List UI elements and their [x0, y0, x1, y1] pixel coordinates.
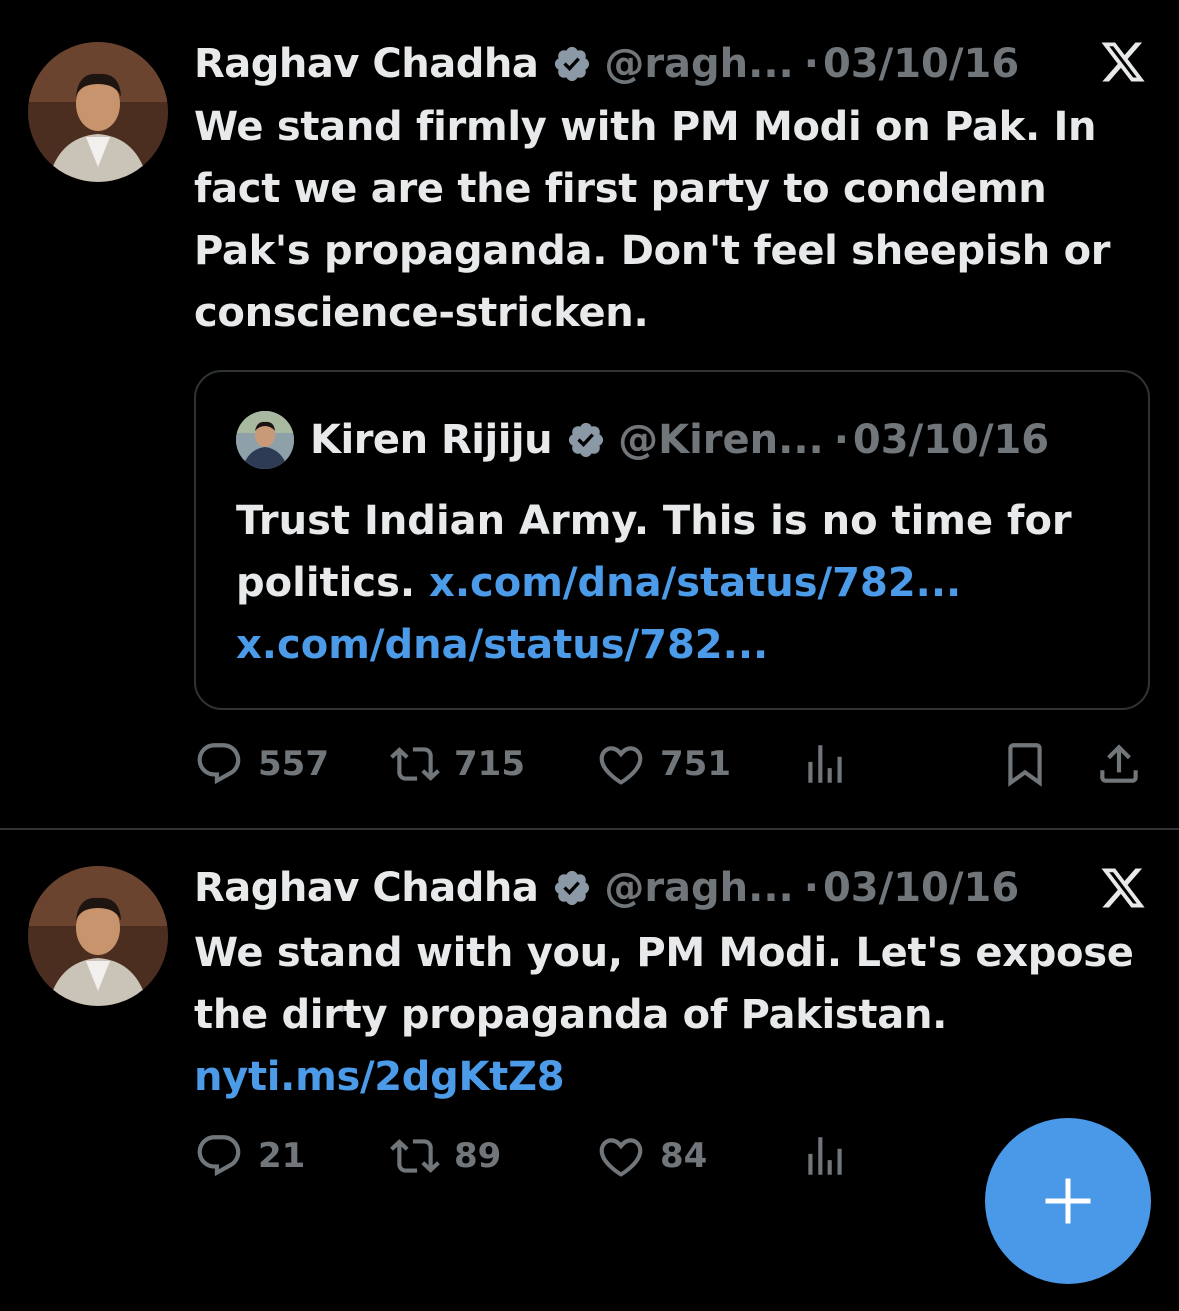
bookmark-icon	[1008, 743, 1042, 787]
tweet-date[interactable]: 03/10/16	[823, 865, 1019, 911]
quoted-avatar[interactable]	[236, 411, 294, 469]
verified-badge-icon	[566, 420, 606, 460]
like-count: 84	[660, 1136, 708, 1176]
separator-dot: ·	[833, 417, 849, 463]
views-icon	[808, 1137, 842, 1175]
reply-button[interactable]: 557	[194, 734, 329, 794]
separator-dot: ·	[803, 41, 819, 87]
like-button[interactable]: 751	[596, 734, 731, 794]
quoted-tweet-body: Trust Indian Army. This is no time for p…	[236, 490, 1116, 676]
x-logo-icon	[1099, 864, 1147, 912]
quoted-author-handle[interactable]: @Kiren...	[618, 417, 824, 463]
bookmark-button[interactable]	[1000, 734, 1064, 794]
x-logo-icon	[1099, 38, 1147, 86]
quoted-tweet-date[interactable]: 03/10/16	[853, 417, 1049, 463]
reply-count: 21	[258, 1136, 306, 1176]
quoted-tweet-link[interactable]: x.com/dna/status/782...	[236, 622, 768, 668]
tweet-text: We stand firmly with PM Modi on Pak. In …	[194, 104, 1111, 336]
avatar[interactable]	[28, 866, 168, 1006]
repost-count: 89	[454, 1136, 502, 1176]
reply-count: 557	[258, 744, 329, 784]
quoted-author-name[interactable]: Kiren Rijiju	[310, 417, 553, 463]
plus-icon	[1045, 1178, 1091, 1224]
tweet-text: We stand with you, PM Modi. Let's expose…	[194, 930, 1134, 1038]
views-icon	[808, 745, 842, 783]
like-count: 751	[660, 744, 731, 784]
compose-button[interactable]	[985, 1118, 1151, 1284]
tweet-actions: 557 715 751	[194, 734, 1154, 794]
like-button[interactable]: 84	[596, 1126, 707, 1186]
verified-badge-icon	[552, 868, 592, 908]
tweet-body: We stand with you, PM Modi. Let's expose…	[194, 922, 1154, 1108]
tweet-link[interactable]: nyti.ms/2dgKtZ8	[194, 1054, 565, 1100]
author-handle[interactable]: @ragh...	[604, 41, 793, 87]
share-icon	[1100, 744, 1138, 783]
repost-button[interactable]: 715	[390, 734, 525, 794]
repost-count: 715	[454, 744, 525, 784]
author-name[interactable]: Raghav Chadha	[194, 865, 539, 911]
quoted-tweet-link[interactable]: x.com/dna/status/782...	[429, 560, 961, 606]
repost-icon	[390, 747, 440, 781]
author-name[interactable]: Raghav Chadha	[194, 41, 539, 87]
repost-button[interactable]: 89	[390, 1126, 501, 1186]
views-button[interactable]	[800, 734, 864, 794]
verified-badge-icon	[552, 44, 592, 84]
views-button[interactable]	[800, 1126, 864, 1186]
tweet-date[interactable]: 03/10/16	[823, 41, 1019, 87]
heart-icon	[599, 746, 643, 785]
quoted-tweet[interactable]: Kiren Rijiju @Kiren... · 03/10/16 Trust …	[194, 370, 1150, 710]
reply-icon	[197, 1135, 241, 1177]
heart-icon	[599, 1138, 643, 1177]
author-handle[interactable]: @ragh...	[604, 865, 793, 911]
repost-icon	[390, 1139, 440, 1173]
reply-icon	[197, 743, 241, 785]
share-button[interactable]	[1094, 734, 1158, 794]
separator-dot: ·	[803, 865, 819, 911]
avatar[interactable]	[28, 42, 168, 182]
reply-button[interactable]: 21	[194, 1126, 305, 1186]
tweet-1[interactable]: Raghav Chadha @ragh... · 03/10/16 We sta…	[0, 0, 1179, 828]
